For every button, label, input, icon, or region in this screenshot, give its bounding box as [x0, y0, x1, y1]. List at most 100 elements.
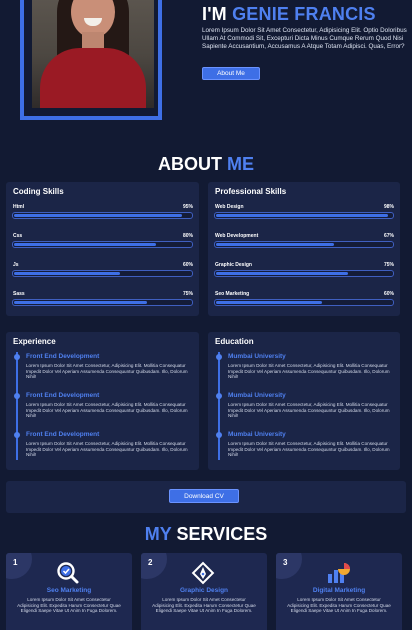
about-title-white: ABOUT	[157, 154, 222, 174]
service-title: Seo Marketing	[46, 587, 92, 594]
service-text: Lorem Ipsum Dolor Sit Amet Consectetur A…	[287, 597, 391, 614]
professional-skills-title: Professional Skills	[215, 187, 287, 196]
service-card-digital-marketing[interactable]: 3 Digital Marketing Lorem Ipsum Dolor Si…	[276, 553, 402, 630]
skill-html: Html 95%	[12, 204, 193, 222]
skill-bar	[214, 299, 394, 306]
skill-bar	[214, 241, 394, 248]
services-title-white: SERVICES	[176, 524, 268, 544]
skill-name: Css	[13, 233, 23, 239]
skill-bar-fill	[216, 301, 322, 304]
skill-name: Js	[13, 262, 19, 268]
education-title: Education	[215, 337, 254, 346]
entry-text: Lorem Ipsum Dolor Sit Amet Consectetur, …	[228, 441, 390, 458]
experience-card: Experience Front End Development Lorem I…	[6, 332, 199, 470]
skill-bar-fill	[14, 272, 121, 275]
entry-title: Front End Development	[26, 392, 100, 399]
experience-entry: Front End Development Lorem Ipsum Dolor …	[6, 431, 195, 469]
about-me-button[interactable]: About Me	[202, 67, 260, 80]
profile-photo	[32, 0, 154, 108]
skill-bar-fill	[216, 272, 348, 275]
download-cv-band: Download CV	[6, 481, 406, 513]
education-entry: Mumbai University Lorem Ipsum Dolor Sit …	[208, 431, 396, 469]
entry-title: Mumbai University	[228, 431, 286, 438]
skill-bar-fill	[14, 243, 156, 246]
hero-description: Lorem Ipsum Dolor Sit Amet Consectetur, …	[202, 27, 407, 50]
service-title: Graphic Design	[179, 587, 229, 594]
timeline-dot	[216, 432, 222, 438]
skill-bar	[214, 270, 394, 277]
skill-seo-marketing: Seo Marketing 60%	[214, 291, 394, 309]
skill-bar-fill	[216, 243, 334, 246]
service-number: 2	[148, 558, 153, 567]
service-card-seo-marketing[interactable]: 1 Seo Marketing Lorem Ipsum Dolor Sit Am…	[6, 553, 132, 630]
service-card-graphic-design[interactable]: 2 Graphic Design Lorem Ipsum Dolor Sit A…	[141, 553, 267, 630]
skill-bar-fill	[216, 214, 389, 217]
skill-web-design: Web Design 98%	[214, 204, 394, 222]
skill-js: Js 60%	[12, 262, 193, 280]
timeline-dot	[216, 393, 222, 399]
skill-percent: 75%	[182, 291, 193, 297]
entry-text: Lorem Ipsum Dolor Sit Amet Consectetur, …	[26, 363, 188, 380]
service-text: Lorem Ipsum Dolor Sit Amet Consectetur A…	[17, 597, 121, 614]
service-title: Digital Marketing	[312, 587, 366, 594]
entry-text: Lorem Ipsum Dolor Sit Amet Consectetur, …	[228, 363, 390, 380]
about-title: ABOUT ME	[0, 154, 412, 175]
education-entry: Mumbai University Lorem Ipsum Dolor Sit …	[208, 392, 396, 430]
hero-name: GENIE FRANCIS	[232, 4, 376, 24]
skill-percent: 60%	[182, 262, 193, 268]
service-number: 1	[13, 558, 18, 567]
education-card: Education Mumbai University Lorem Ipsum …	[208, 332, 400, 470]
skill-bar-fill	[14, 301, 147, 304]
timeline-dot	[14, 393, 20, 399]
professional-skills-card: Professional Skills Web Design 98% Web D…	[208, 182, 400, 316]
hero-title: I'M GENIE FRANCIS	[202, 4, 376, 25]
skill-name: Seo Marketing	[215, 291, 250, 297]
skill-bar-fill	[14, 214, 183, 217]
skill-percent: 98%	[383, 204, 394, 210]
skill-bar	[12, 299, 193, 306]
skill-bar	[12, 241, 193, 248]
skill-name: Web Design	[215, 204, 244, 210]
entry-title: Mumbai University	[228, 353, 286, 360]
skill-percent: 60%	[383, 291, 394, 297]
skill-name: Sass	[13, 291, 25, 297]
download-cv-button[interactable]: Download CV	[169, 489, 239, 503]
skill-bar	[12, 212, 193, 219]
entry-title: Front End Development	[26, 353, 100, 360]
service-text: Lorem Ipsum Dolor Sit Amet Consectetur A…	[152, 597, 256, 614]
skill-bar	[214, 212, 394, 219]
seo-search-icon	[57, 562, 79, 584]
skill-bar	[12, 270, 193, 277]
entry-title: Mumbai University	[228, 392, 286, 399]
skill-percent: 95%	[182, 204, 193, 210]
timeline-dot	[14, 354, 20, 360]
skill-sass: Sass 75%	[12, 291, 193, 309]
entry-text: Lorem Ipsum Dolor Sit Amet Consectetur, …	[228, 402, 390, 419]
hero-section: I'M GENIE FRANCIS Lorem Ipsum Dolor Sit …	[0, 0, 412, 138]
skill-css: Css 80%	[12, 233, 193, 251]
coding-skills-title: Coding Skills	[13, 187, 64, 196]
experience-title: Experience	[13, 337, 56, 346]
skill-name: Web Development	[215, 233, 259, 239]
experience-entry: Front End Development Lorem Ipsum Dolor …	[6, 392, 195, 430]
chart-icon	[328, 563, 350, 583]
entry-text: Lorem Ipsum Dolor Sit Amet Consectetur, …	[26, 441, 188, 458]
services-title-blue: MY	[144, 524, 172, 544]
services-title: MY SERVICES	[0, 524, 412, 545]
hero-title-prefix: I'M	[202, 4, 227, 24]
coding-skills-card: Coding Skills Html 95% Css 80% Js 60% Sa…	[6, 182, 199, 316]
service-number: 3	[283, 558, 288, 567]
experience-entry: Front End Development Lorem Ipsum Dolor …	[6, 353, 195, 391]
timeline-dot	[216, 354, 222, 360]
skill-name: Graphic Design	[215, 262, 252, 268]
entry-text: Lorem Ipsum Dolor Sit Amet Consectetur, …	[26, 402, 188, 419]
skill-percent: 75%	[383, 262, 394, 268]
graphic-design-icon	[191, 561, 215, 585]
skill-percent: 67%	[383, 233, 394, 239]
education-entry: Mumbai University Lorem Ipsum Dolor Sit …	[208, 353, 396, 391]
skill-percent: 80%	[182, 233, 193, 239]
card-corner-decoration	[6, 553, 32, 579]
card-corner-decoration	[276, 553, 302, 579]
skill-graphic-design: Graphic Design 75%	[214, 262, 394, 280]
skill-name: Html	[13, 204, 25, 210]
